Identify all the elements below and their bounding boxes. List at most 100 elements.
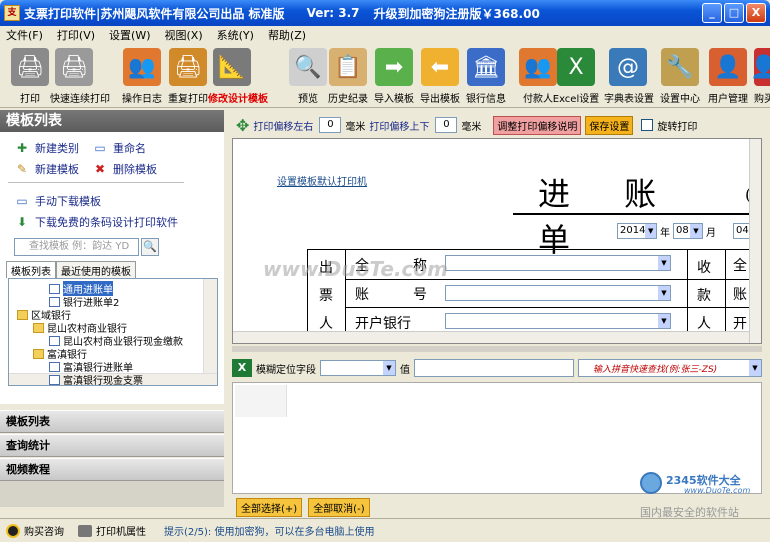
- menu-file[interactable]: 文件(F): [6, 27, 43, 43]
- payee-row-name: 全: [733, 258, 747, 274]
- panel-splitter[interactable]: [232, 346, 762, 352]
- minimize-button[interactable]: _: [702, 3, 722, 23]
- pinyin-search-input[interactable]: 输入拼音快速查找(例:张三-ZS) ▼: [578, 359, 762, 377]
- delete-template-button[interactable]: ✖ 删除模板: [92, 161, 157, 177]
- rotate-print-label: 旋转打印: [657, 121, 698, 133]
- divider: [8, 182, 184, 183]
- nav-template-list[interactable]: 模板列表: [0, 410, 224, 433]
- menu-system[interactable]: 系统(Y): [217, 27, 254, 43]
- toolbar-button-4[interactable]: 🖨 重复打印: [164, 48, 212, 105]
- cancel-all-button[interactable]: 全部取消(-): [308, 497, 370, 517]
- printer-properties-button[interactable]: 打印机属性: [78, 523, 146, 538]
- rename-icon: ▭: [94, 141, 106, 155]
- toolbar-label: 设置中心: [660, 94, 700, 105]
- maximize-button[interactable]: □: [724, 3, 744, 23]
- toolbar-button-10[interactable]: 🏛 银行信息: [462, 48, 510, 105]
- payer-bank-select[interactable]: ▼: [445, 313, 671, 329]
- chevron-down-icon: ▼: [383, 361, 395, 375]
- menu-view[interactable]: 视图(X): [165, 27, 203, 43]
- nav-video-tutorials[interactable]: 视频教程: [0, 458, 224, 481]
- toolbar-button-8[interactable]: ➡ 导入模板: [370, 48, 418, 105]
- buy-consult-button[interactable]: 购买咨询: [6, 523, 64, 538]
- menu-settings[interactable]: 设置(W): [109, 27, 150, 43]
- app-icon: 支: [4, 5, 20, 21]
- version-label: Ver: 3.7: [306, 6, 360, 20]
- toolbar-label: 银行信息: [466, 94, 506, 105]
- upgrade-label[interactable]: 升级到加密狗注册版￥368.00: [373, 5, 539, 22]
- arrow-left-icon: ⬅: [421, 48, 459, 86]
- close-button[interactable]: X: [746, 3, 766, 23]
- excel-export-icon[interactable]: X: [232, 359, 252, 377]
- year-select[interactable]: 2014 ▼: [617, 223, 657, 239]
- row-label-bank: 开户银行: [355, 316, 411, 332]
- batch-print-icon: 🖨: [55, 48, 93, 86]
- tree-template[interactable]: 富滇银行现金支票: [49, 372, 143, 385]
- save-settings-button[interactable]: 保存设置: [585, 115, 634, 135]
- payer-account-select[interactable]: ▼: [445, 285, 671, 301]
- toolbar-button-3[interactable]: 👥 操作日志: [118, 48, 166, 105]
- template-panel-header: 模板列表: [0, 110, 224, 132]
- year-label: 年: [660, 227, 670, 239]
- menu-help[interactable]: 帮助(Z): [268, 27, 306, 43]
- payee-vertical-3: 人: [697, 316, 711, 332]
- logo-url: www.DuoTe.com: [684, 486, 751, 495]
- fuzzy-field-select[interactable]: ▼: [320, 360, 396, 376]
- printer-icon: 🖨: [11, 48, 49, 86]
- rotate-print-checkbox[interactable]: [641, 119, 654, 131]
- toolbar-button-14[interactable]: 🔧 设置中心: [656, 48, 704, 105]
- template-panel: ✚ 新建类别 ▭ 重命名 ✎ 新建模板 ✖ 删除模板 ▭ 手动下载模板 ⬇ 下载…: [0, 132, 224, 404]
- duote-watermark: www.DuoTe.com: [263, 257, 448, 281]
- toolbar-button-9[interactable]: ⬅ 导出模板: [416, 48, 464, 105]
- chevron-down-icon: ▼: [658, 314, 670, 328]
- offset-lr-input[interactable]: 0: [319, 117, 342, 133]
- offset-explain-button[interactable]: 调整打印偏移说明: [493, 115, 582, 135]
- date-row: 2014▼ 年 08▼ 月 04▼: [617, 223, 761, 239]
- toolbar-button-16[interactable]: 👤 购买: [750, 48, 770, 105]
- clipboard-icon: 📋: [329, 48, 367, 86]
- toolbar-button-5[interactable]: 📐 修改设计模板: [208, 48, 268, 105]
- menu-print[interactable]: 打印(V): [57, 27, 95, 43]
- offset-ud-input[interactable]: 0: [435, 117, 458, 133]
- rename-button[interactable]: ▭ 重命名: [92, 140, 146, 156]
- download-icon: ▭: [16, 194, 28, 208]
- nav-query-statistics[interactable]: 查询统计: [0, 434, 224, 457]
- search-icon[interactable]: 🔍: [141, 238, 159, 256]
- toolbar-button-2[interactable]: 🖨 快速连续打印: [50, 48, 110, 105]
- tab-recent-templates[interactable]: 最近使用的模板: [56, 261, 136, 278]
- toolbar-button-12[interactable]: X Excel设置: [552, 48, 600, 105]
- delete-icon: ✖: [94, 162, 106, 176]
- chevron-down-icon: ▼: [749, 360, 761, 376]
- set-default-printer-link[interactable]: 设置模板默认打印机: [277, 173, 367, 188]
- value-input[interactable]: [414, 359, 574, 377]
- new-category-button[interactable]: ✚ 新建类别: [14, 140, 79, 156]
- globe-icon: [640, 472, 662, 494]
- payer-name-select[interactable]: ▼: [445, 255, 671, 271]
- download-barcode-software-link[interactable]: ⬇ 下载免费的条码设计打印软件: [14, 214, 178, 230]
- dictionary-icon: @: [609, 48, 647, 86]
- manual-download-button[interactable]: ▭ 手动下载模板: [14, 193, 101, 209]
- grid-line: [687, 249, 688, 333]
- select-all-button[interactable]: 全部选择(+): [236, 497, 303, 517]
- value-label: 值: [400, 364, 410, 376]
- month-select[interactable]: 08 ▼: [673, 223, 703, 239]
- new-template-button[interactable]: ✎ 新建模板: [14, 161, 79, 177]
- toolbar-label: 导出模板: [420, 94, 460, 105]
- tab-template-list[interactable]: 模板列表: [6, 261, 56, 278]
- payer-vertical-3: 人: [319, 316, 333, 332]
- template-design-canvas[interactable]: 设置模板默认打印机 进 账 单 ( 2014▼ 年 08▼ 月 04▼ 出 票 …: [232, 138, 762, 344]
- canvas-vertical-scrollbar[interactable]: [749, 139, 761, 343]
- template-search-input[interactable]: 查找模板 例：韵达 YD: [14, 238, 139, 256]
- arrow-right-icon: ➡: [375, 48, 413, 86]
- template-tree: 通用进账单 银行进账单2 区域银行 昆山农村商业银行 昆山农村商业银行现金缴款 富滇银行富…: [8, 278, 218, 386]
- toolbar-button-7[interactable]: 📋 历史纪录: [324, 48, 372, 105]
- row-label-account-2: 号: [413, 287, 427, 303]
- excel-icon: X: [557, 48, 595, 86]
- tree-vertical-scrollbar[interactable]: [203, 279, 217, 385]
- move-cross-icon[interactable]: ✥: [236, 116, 249, 135]
- toolbar-button-1[interactable]: 🖨 打印: [6, 48, 54, 105]
- toolbar-button-13[interactable]: @ 字典表设置: [604, 48, 654, 105]
- toolbar-button-15[interactable]: 👤 用户管理: [704, 48, 752, 105]
- payee-vertical-1: 收: [697, 260, 711, 276]
- brand-logo: 2345软件大全 www.DuoTe.com 国内最安全的软件站: [640, 470, 770, 519]
- canvas-horizontal-scrollbar[interactable]: [233, 331, 761, 343]
